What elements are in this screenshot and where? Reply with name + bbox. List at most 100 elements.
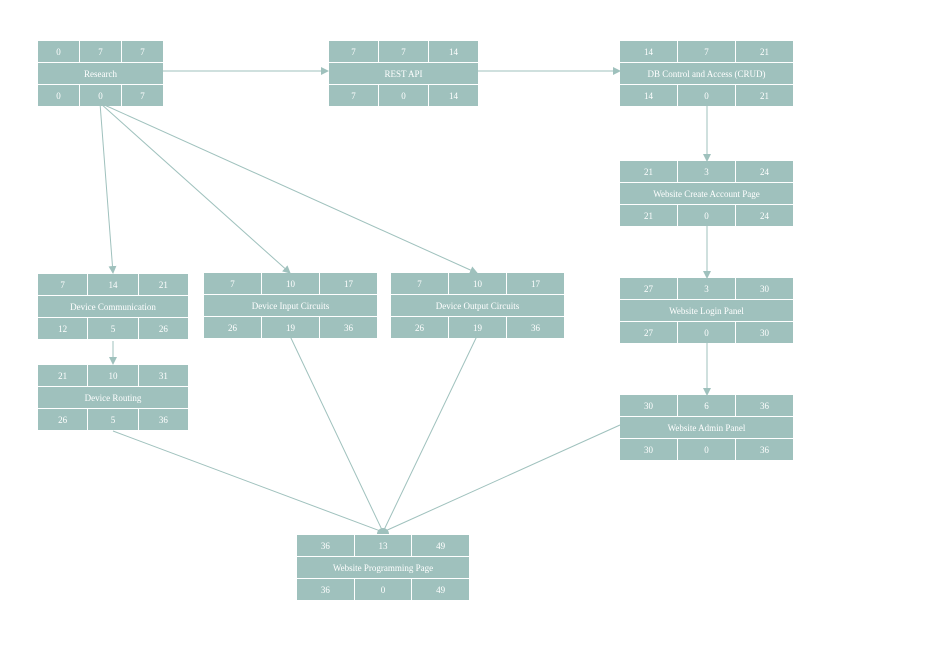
- node-bottom-row: 26 5 36: [38, 409, 188, 430]
- node-bottom-row: 26 19 36: [204, 317, 377, 338]
- earliest-finish: 49: [412, 535, 469, 556]
- latest-finish: 7: [122, 85, 163, 106]
- node-top-row: 30 6 36: [620, 395, 793, 416]
- node-create-account[interactable]: 21 3 24 Website Create Account Page 21 0…: [620, 161, 793, 226]
- task-name: REST API: [329, 63, 478, 84]
- latest-start: 21: [620, 205, 677, 226]
- edge-research-device-communication: [99, 102, 117, 274]
- edge-research-device-input: [99, 102, 291, 274]
- earliest-start: 7: [391, 273, 448, 294]
- task-name: Device Routing: [38, 387, 188, 408]
- node-rest-api[interactable]: 7 7 14 REST API 7 0 14: [329, 41, 478, 106]
- earliest-finish: 21: [736, 41, 793, 62]
- latest-finish: 49: [412, 579, 469, 600]
- slack: 5: [88, 409, 138, 430]
- earliest-start: 27: [620, 278, 677, 299]
- edge-device-output-programming-page: [382, 335, 478, 533]
- node-research[interactable]: 0 7 7 Research 0 0 7: [38, 41, 163, 106]
- latest-finish: 36: [736, 439, 793, 460]
- earliest-finish: 14: [429, 41, 478, 62]
- task-name: Website Create Account Page: [620, 183, 793, 204]
- duration: 7: [678, 41, 735, 62]
- node-top-row: 0 7 7: [38, 41, 163, 62]
- duration: 7: [80, 41, 121, 62]
- node-bottom-row: 27 0 30: [620, 322, 793, 343]
- earliest-start: 21: [620, 161, 677, 182]
- latest-finish: 30: [736, 322, 793, 343]
- earliest-finish: 30: [736, 278, 793, 299]
- duration: 10: [262, 273, 319, 294]
- node-device-communication[interactable]: 7 14 21 Device Communication 12 5 26: [38, 274, 188, 339]
- node-top-row: 7 14 21: [38, 274, 188, 295]
- node-top-row: 7 10 17: [391, 273, 564, 294]
- duration: 14: [88, 274, 138, 295]
- edge-research-device-output: [99, 102, 478, 274]
- node-top-row: 21 10 31: [38, 365, 188, 386]
- node-top-row: 36 13 49: [297, 535, 469, 556]
- task-name: Device Input Circuits: [204, 295, 377, 316]
- node-top-row: 7 7 14: [329, 41, 478, 62]
- latest-start: 36: [297, 579, 354, 600]
- duration: 7: [379, 41, 428, 62]
- node-bottom-row: 26 19 36: [391, 317, 564, 338]
- earliest-finish: 36: [736, 395, 793, 416]
- earliest-start: 0: [38, 41, 79, 62]
- node-bottom-row: 12 5 26: [38, 318, 188, 339]
- merge-point-marker: [377, 528, 389, 534]
- latest-start: 30: [620, 439, 677, 460]
- node-admin-panel[interactable]: 30 6 36 Website Admin Panel 30 0 36: [620, 395, 793, 460]
- earliest-start: 7: [204, 273, 261, 294]
- latest-start: 27: [620, 322, 677, 343]
- earliest-start: 36: [297, 535, 354, 556]
- earliest-start: 7: [329, 41, 378, 62]
- node-top-row: 14 7 21: [620, 41, 793, 62]
- earliest-finish: 7: [122, 41, 163, 62]
- node-top-row: 21 3 24: [620, 161, 793, 182]
- latest-finish: 36: [138, 409, 188, 430]
- node-db-control[interactable]: 14 7 21 DB Control and Access (CRUD) 14 …: [620, 41, 793, 106]
- duration: 13: [354, 535, 412, 556]
- node-programming-page[interactable]: 36 13 49 Website Programming Page 36 0 4…: [297, 535, 469, 600]
- latest-finish: 24: [736, 205, 793, 226]
- earliest-finish: 17: [320, 273, 377, 294]
- duration: 10: [449, 273, 506, 294]
- node-bottom-row: 36 0 49: [297, 579, 469, 600]
- latest-start: 26: [204, 317, 261, 338]
- latest-finish: 21: [736, 85, 793, 106]
- node-bottom-row: 7 0 14: [329, 85, 478, 106]
- task-name: Device Communication: [38, 296, 188, 317]
- earliest-start: 7: [38, 274, 88, 295]
- slack: 0: [678, 439, 735, 460]
- node-bottom-row: 30 0 36: [620, 439, 793, 460]
- slack: 0: [379, 85, 428, 106]
- latest-start: 26: [38, 409, 88, 430]
- earliest-finish: 31: [138, 365, 188, 386]
- task-name: Website Admin Panel: [620, 417, 793, 438]
- slack: 0: [354, 579, 412, 600]
- latest-finish: 26: [138, 318, 188, 339]
- node-login-panel[interactable]: 27 3 30 Website Login Panel 27 0 30: [620, 278, 793, 343]
- task-name: Research: [38, 63, 163, 84]
- node-device-output[interactable]: 7 10 17 Device Output Circuits 26 19 36: [391, 273, 564, 338]
- node-device-input[interactable]: 7 10 17 Device Input Circuits 26 19 36: [204, 273, 377, 338]
- slack: 19: [449, 317, 506, 338]
- earliest-finish: 24: [736, 161, 793, 182]
- latest-start: 12: [38, 318, 88, 339]
- node-top-row: 7 10 17: [204, 273, 377, 294]
- earliest-start: 21: [38, 365, 88, 386]
- earliest-start: 30: [620, 395, 677, 416]
- node-bottom-row: 14 0 21: [620, 85, 793, 106]
- task-name: Website Programming Page: [297, 557, 469, 578]
- latest-finish: 36: [507, 317, 564, 338]
- task-name: Device Output Circuits: [391, 295, 564, 316]
- earliest-finish: 17: [507, 273, 564, 294]
- node-device-routing[interactable]: 21 10 31 Device Routing 26 5 36: [38, 365, 188, 430]
- task-name: Website Login Panel: [620, 300, 793, 321]
- node-bottom-row: 0 0 7: [38, 85, 163, 106]
- task-name: DB Control and Access (CRUD): [620, 63, 793, 84]
- duration: 6: [678, 395, 735, 416]
- slack: 5: [88, 318, 138, 339]
- node-top-row: 27 3 30: [620, 278, 793, 299]
- edge-admin-panel-programming-page: [382, 424, 621, 533]
- latest-finish: 36: [320, 317, 377, 338]
